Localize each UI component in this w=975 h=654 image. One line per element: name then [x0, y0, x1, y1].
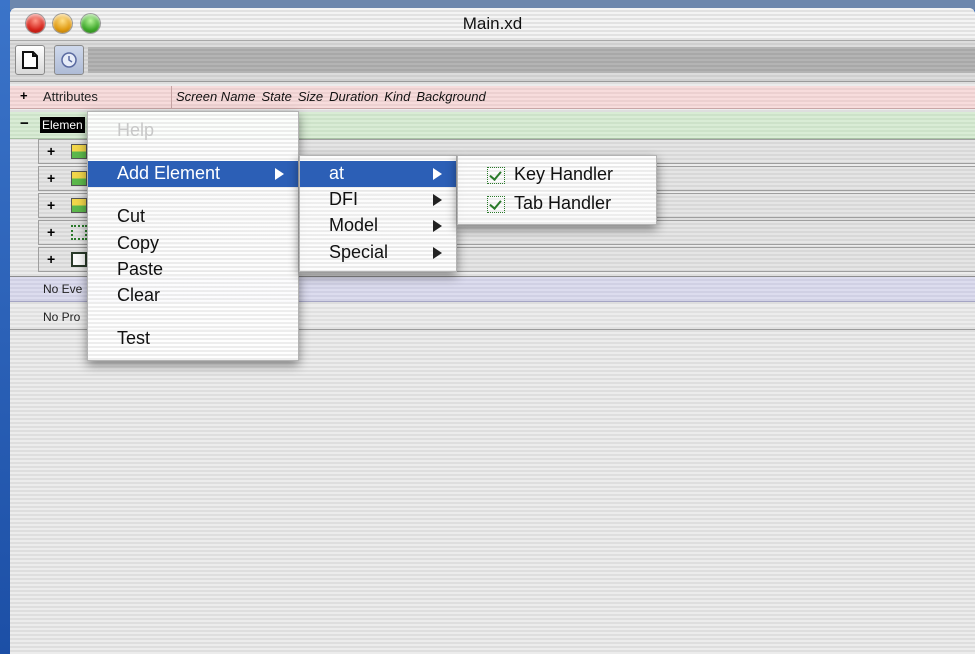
elements-label: Elemen — [40, 117, 85, 133]
menu-item-special[interactable]: Special — [300, 240, 456, 266]
menu-item-cut[interactable]: Cut — [88, 204, 298, 230]
image-icon — [71, 198, 87, 213]
menu-item-at[interactable]: at — [300, 161, 456, 187]
properties-label: No Pro — [43, 310, 81, 324]
at-submenu: Key Handler Tab Handler — [457, 155, 657, 225]
expand-toggle[interactable]: + — [47, 224, 55, 240]
column-duration[interactable]: Duration — [329, 89, 378, 104]
attributes-header[interactable]: + Attributes Screen Name State Size Duratio… — [10, 86, 975, 109]
submenu-arrow-icon — [433, 220, 442, 232]
column-divider — [171, 86, 172, 108]
image-icon — [71, 144, 87, 159]
toolbar-strip — [88, 47, 975, 73]
column-size[interactable]: Size — [298, 89, 323, 104]
events-label: No Eve — [43, 282, 83, 296]
timeline-view-button[interactable] — [54, 45, 84, 75]
column-background[interactable]: Background — [416, 89, 485, 104]
submenu-arrow-icon — [433, 194, 442, 206]
expand-toggle[interactable]: + — [47, 197, 55, 213]
submenu-arrow-icon — [433, 168, 442, 180]
toolbar — [10, 41, 975, 82]
menu-item-copy[interactable]: Copy — [88, 231, 298, 257]
image-icon — [71, 171, 87, 186]
menu-item-tab-handler[interactable]: Tab Handler — [458, 191, 656, 217]
column-kind[interactable]: Kind — [384, 89, 410, 104]
document-icon — [22, 51, 38, 69]
desktop-background-left — [0, 0, 10, 654]
menu-item-add-element[interactable]: Add Element — [88, 161, 298, 187]
menu-item-key-handler[interactable]: Key Handler — [458, 162, 656, 188]
handler-icon — [487, 167, 505, 184]
expand-toggle[interactable]: + — [20, 88, 28, 103]
menu-item-test[interactable]: Test — [88, 326, 298, 352]
attribute-columns: Screen Name State Size Duration Kind Backgrou… — [176, 89, 492, 104]
menu-item-dfi[interactable]: DFI — [300, 187, 456, 213]
page-icon — [71, 252, 87, 267]
expand-toggle[interactable]: + — [47, 251, 55, 267]
submenu-arrow-icon — [433, 247, 442, 259]
title-bar[interactable]: Main.xd — [10, 8, 975, 41]
document-view-button[interactable] — [15, 45, 45, 75]
clock-icon — [61, 52, 77, 68]
column-screen-name[interactable]: Screen Name — [176, 89, 255, 104]
menu-item-clear[interactable]: Clear — [88, 283, 298, 309]
handler-icon — [487, 196, 505, 213]
menu-item-help: Help — [117, 120, 155, 140]
window-title: Main.xd — [462, 14, 523, 33]
dotted-box-icon — [71, 225, 87, 240]
menu-item-model[interactable]: Model — [300, 213, 456, 239]
expand-toggle[interactable]: + — [47, 170, 55, 186]
attributes-label: Attributes — [43, 89, 98, 104]
add-element-submenu: at DFI Model Special — [299, 155, 457, 272]
context-menu: Help Add Element Cut Copy Paste Clear Te… — [87, 111, 299, 361]
collapse-toggle[interactable]: − — [20, 115, 29, 132]
expand-toggle[interactable]: + — [47, 143, 55, 159]
menu-item-paste[interactable]: Paste — [88, 257, 298, 283]
column-state[interactable]: State — [261, 89, 291, 104]
submenu-arrow-icon — [275, 168, 284, 180]
